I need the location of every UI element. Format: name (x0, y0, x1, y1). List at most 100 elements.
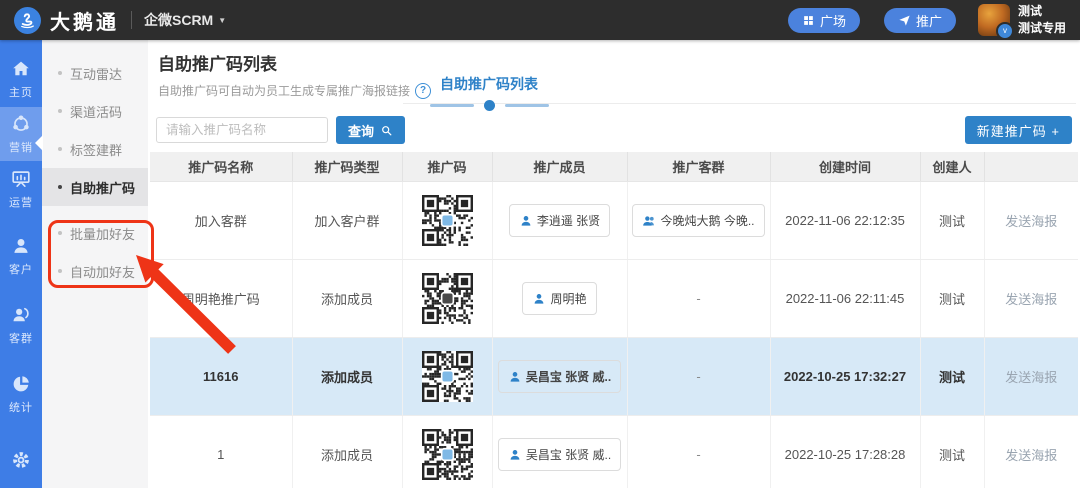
plaza-grid-icon (802, 14, 815, 27)
action-cell: 发送海报 (984, 181, 1078, 260)
empty-value-dash: - (696, 447, 701, 462)
send-poster-link[interactable]: 发送海报 (1005, 292, 1057, 307)
search-icon (380, 124, 393, 137)
qr-cell (402, 181, 493, 260)
submenu-item-互动雷达[interactable]: 互动雷达 (42, 54, 148, 92)
column-header: 推广码名称 (150, 152, 293, 182)
sidebar-item-客户[interactable]: 客户 (0, 229, 42, 283)
bullet-dot-icon (58, 109, 62, 113)
promo-name-cell: 1 (150, 415, 293, 488)
sidebar-item-统计[interactable]: 统计 (0, 367, 42, 421)
bullet-dot-icon (58, 71, 62, 75)
tab-strip: 自助推广码列表 (403, 74, 1076, 111)
app-window: 大鹅通 企微SCRM ▼ 广场 推广 v 测试 测试专用 主页 营销 运营 客户… (0, 0, 1080, 488)
sidebar-item-营销[interactable]: 营销 (0, 107, 42, 161)
sidebar-item-label: 统计 (9, 402, 33, 414)
members-cell: 李逍遥 张贤 (492, 181, 628, 260)
creator-cell: 测试 (920, 181, 985, 260)
submenu-item-label: 互动雷达 (70, 66, 123, 82)
group-cell: - (627, 415, 771, 488)
qr-code (421, 351, 473, 402)
sidebar-item-settings[interactable] (0, 443, 42, 477)
promo-type-cell: 添加成员 (292, 415, 403, 488)
promo-type-cell: 加入客户群 (292, 181, 403, 260)
member-chip: 周明艳 (522, 282, 597, 315)
action-cell: 发送海报 (984, 415, 1078, 488)
member-names: 吴昌宝 张贤 威.. (525, 448, 612, 462)
action-cell: 发送海报 (984, 337, 1078, 416)
send-poster-link[interactable]: 发送海报 (1005, 214, 1057, 229)
user-org: 测试专用 (1017, 21, 1066, 35)
qr-cell (402, 337, 493, 416)
table-row: 加入客群 加入客户群 李逍遥 张贤 今晚炖大鹅 今晚.. 2022-11-06 22… (150, 181, 1078, 260)
submenu-item-自助推广码[interactable]: 自助推广码 (42, 168, 148, 206)
submenu-item-标签建群[interactable]: 标签建群 (42, 130, 148, 168)
promo-name-cell: 周明艳推广码 (150, 259, 293, 338)
table-header-row: 推广码名称 推广码类型 推广码 推广成员 推广客群 创建时间 创建人 (150, 152, 1078, 182)
create-promo-code-button[interactable]: 新建推广码 + (964, 116, 1072, 144)
submenu-item-label: 渠道活码 (70, 104, 123, 120)
promote-button[interactable]: 推广 (883, 7, 956, 33)
creator-cell: 测试 (920, 259, 985, 338)
toolbar: 查询 新建推广码 + (156, 116, 1072, 144)
group-cell: 今晚炖大鹅 今晚.. (627, 181, 771, 260)
bullet-dot-icon (58, 231, 62, 235)
user-info: 测试 测试专用 (1018, 3, 1066, 37)
submenu-item-渠道活码[interactable]: 渠道活码 (42, 92, 148, 130)
sidebar-item-label: 运营 (9, 197, 33, 209)
created-time-cell: 2022-11-06 22:11:45 (770, 259, 921, 338)
user-group-icon (10, 304, 32, 326)
chevron-down-icon: ▼ (218, 15, 227, 25)
submenu-item-自动加好友[interactable]: 自动加好友 (42, 252, 148, 290)
column-header: 创建时间 (770, 152, 921, 182)
search-button[interactable]: 查询 (336, 116, 406, 144)
creator-cell: 测试 (920, 415, 985, 488)
member-names: 李逍遥 张贤 (536, 214, 601, 228)
page-title: 自助推广码列表 (158, 55, 277, 74)
qr-code (421, 195, 473, 246)
members-cell: 吴昌宝 张贤 威.. (492, 415, 628, 488)
tab-self-promo-code-list[interactable]: 自助推广码列表 (403, 74, 575, 111)
table-row: 1 添加成员 吴昌宝 张贤 威.. - 2022-10-25 17:28:28 测试 发送… (150, 415, 1078, 488)
bullet-dot-icon (58, 269, 62, 273)
sidebar-item-客群[interactable]: 客群 (0, 298, 42, 352)
promo-code-table: 推广码名称 推广码类型 推广码 推广成员 推广客群 创建时间 创建人 加入客群 加入客户群 李… (150, 152, 1078, 488)
secondary-sidebar: 互动雷达渠道活码标签建群自助推广码批量加好友自动加好友 (35, 40, 148, 488)
primary-sidebar: 主页 营销 运营 客户 客群 统计 (0, 40, 42, 488)
product-switcher[interactable]: 企微SCRM ▼ (144, 10, 226, 30)
promote-button-label: 推广 (915, 13, 942, 29)
send-poster-link[interactable]: 发送海报 (1005, 370, 1057, 385)
sidebar-collapse-handle[interactable] (35, 135, 43, 151)
table-row: 11616 添加成员 吴昌宝 张贤 威.. - 2022-10-25 17:32:27… (150, 337, 1078, 416)
created-time-cell: 2022-10-25 17:28:28 (770, 415, 921, 488)
page-subtitle: 自助推广码可自动为员工生成专属推广海报链接 (158, 84, 411, 98)
avatar[interactable]: v (977, 4, 1014, 40)
topbar-divider (131, 11, 132, 29)
user-menu[interactable]: v 测试 测试专用 (977, 3, 1066, 40)
bullet-dot-icon (58, 147, 62, 151)
sidebar-item-主页[interactable]: 主页 (0, 52, 42, 106)
submenu-item-label: 自动加好友 (70, 264, 136, 280)
qr-code (421, 429, 473, 480)
group-cell: - (627, 259, 771, 338)
promo-type-cell: 添加成员 (292, 259, 403, 338)
column-header: 推广客群 (627, 152, 771, 182)
submenu-item-批量加好友[interactable]: 批量加好友 (42, 214, 148, 252)
submenu-item-label: 自助推广码 (70, 180, 136, 196)
table-row: 周明艳推广码 添加成员 周明艳 - 2022-11-06 22:11:45 测试 发送海报 (150, 259, 1078, 338)
sidebar-item-运营[interactable]: 运营 (0, 162, 42, 216)
home-icon (10, 58, 32, 80)
brand-name: 大鹅通 (50, 11, 119, 34)
page-header: 自助推广码列表 自助推广码可自动为员工生成专属推广海报链接 ? 自助推广码列表 (148, 50, 1080, 111)
verified-badge-icon: v (995, 22, 1014, 40)
created-time-cell: 2022-11-06 22:12:35 (770, 181, 921, 260)
send-poster-link[interactable]: 发送海报 (1005, 448, 1057, 463)
member-chip: 吴昌宝 张贤 威.. (497, 360, 622, 393)
main-content: 自助推广码列表 自助推广码可自动为员工生成专属推广海报链接 ? 自助推广码列表 … (148, 40, 1080, 488)
create-button-label: 新建推广码 + (976, 123, 1060, 139)
group-chip: 今晚炖大鹅 今晚.. (632, 204, 765, 237)
qr-cell (402, 415, 493, 488)
plaza-button[interactable]: 广场 (787, 7, 860, 33)
sidebar-item-label: 客群 (9, 333, 33, 345)
promo-code-name-input[interactable] (156, 117, 328, 143)
